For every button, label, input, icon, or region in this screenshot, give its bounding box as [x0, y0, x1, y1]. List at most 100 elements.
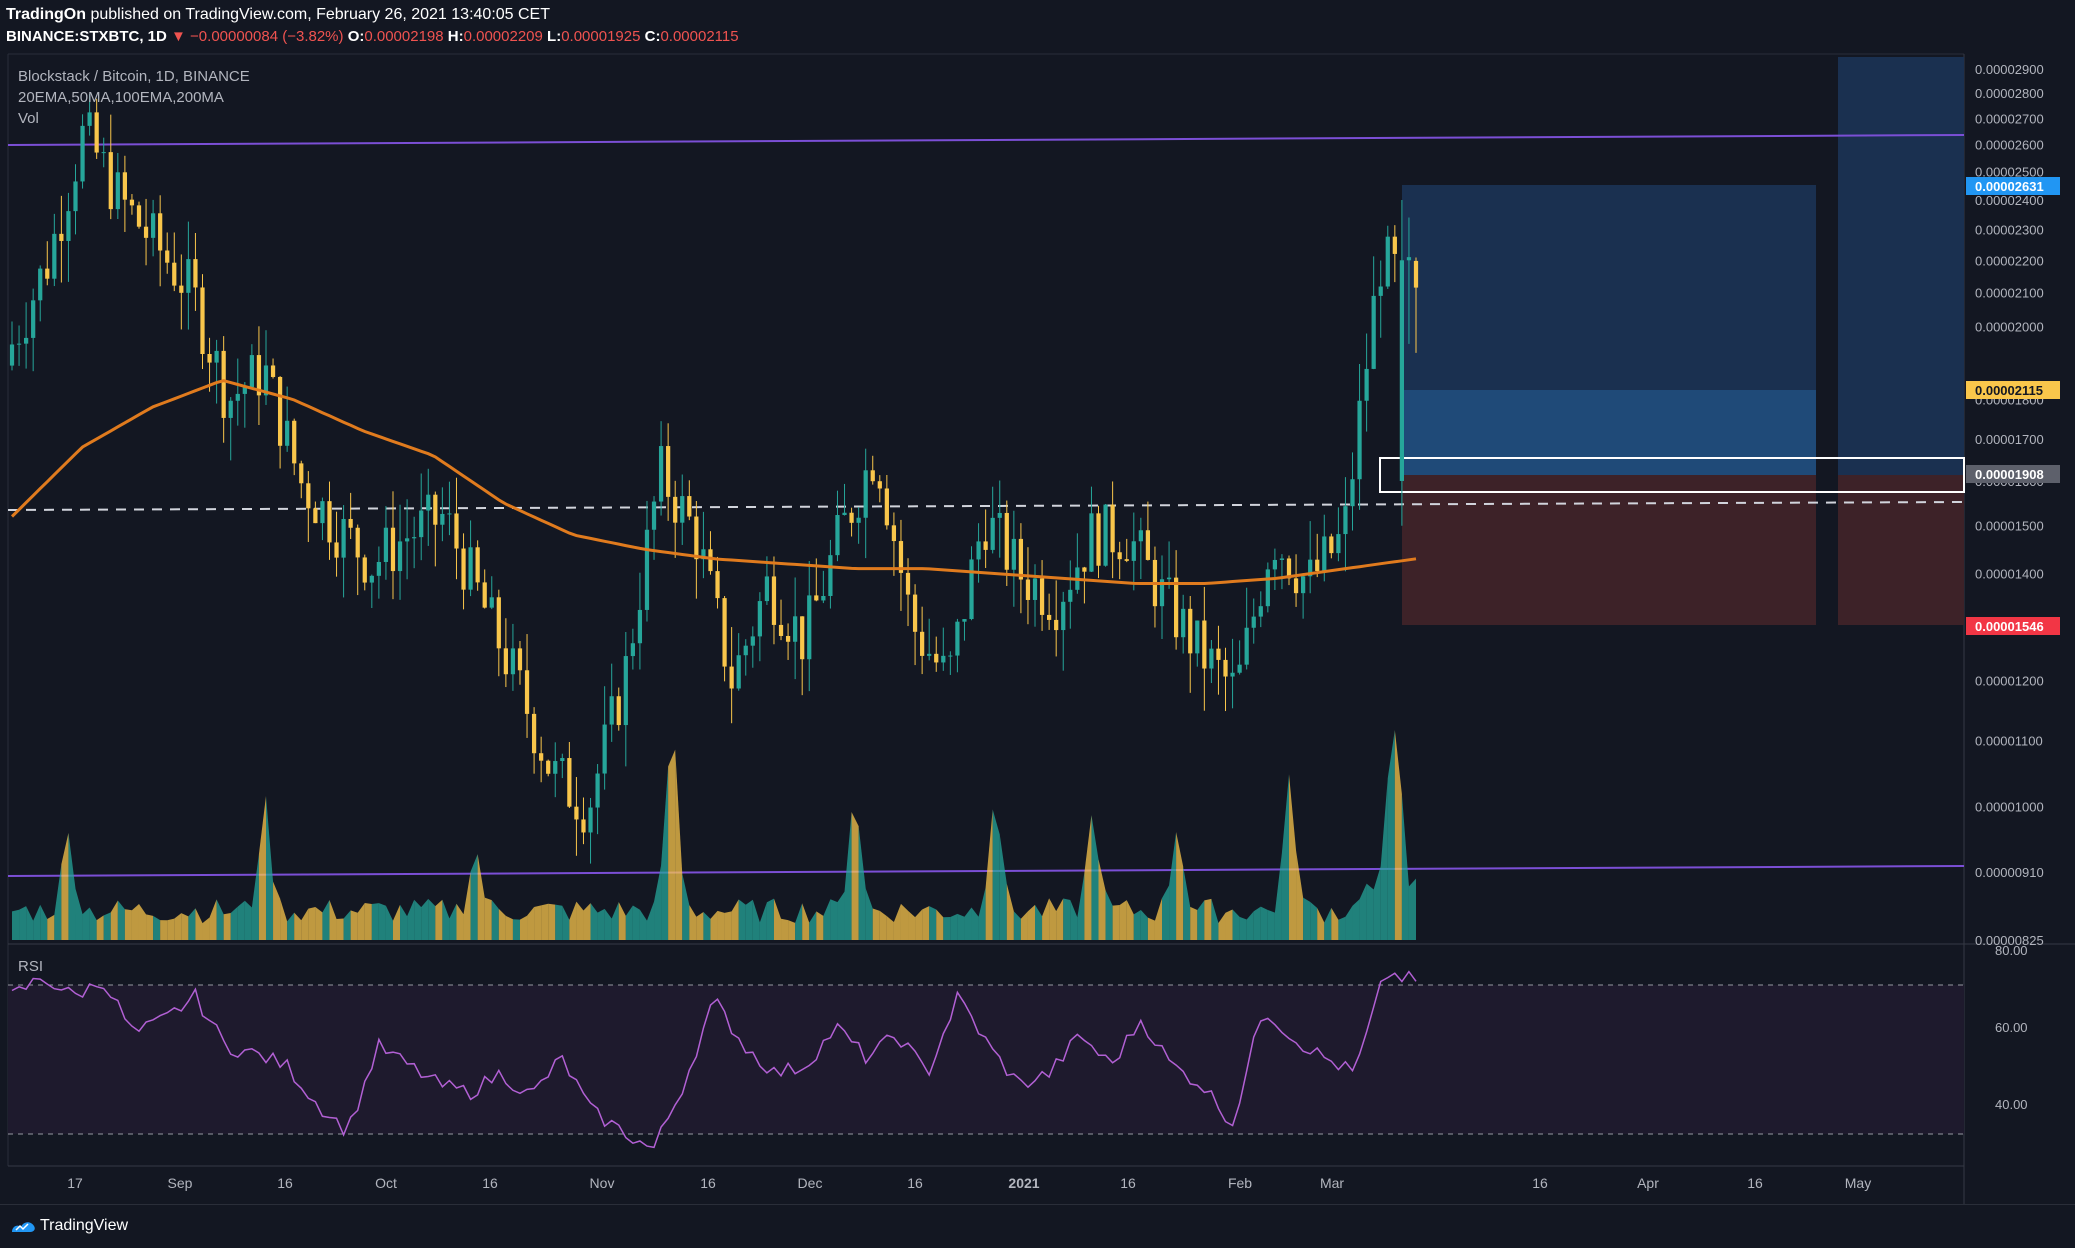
time-tick-label-5: Nov — [590, 1175, 615, 1191]
candle — [299, 460, 304, 499]
candle — [9, 321, 15, 371]
entry-price-text: 0.00001908 — [1975, 467, 2044, 482]
volume-bar — [1296, 850, 1304, 940]
legend-rsi[interactable]: RSI — [18, 958, 43, 975]
last-price-tag: 0.00002115 — [1966, 381, 2060, 399]
volume-bar — [449, 903, 457, 940]
candle — [235, 358, 240, 426]
candle — [292, 418, 297, 476]
tradingview-logo-icon — [12, 1222, 35, 1232]
candle — [658, 421, 664, 516]
volume-bar — [893, 903, 901, 940]
candle — [750, 626, 755, 668]
legend-title[interactable]: Blockstack / Bitcoin, 1D, BINANCE — [18, 68, 250, 85]
volume-bar — [1246, 911, 1254, 940]
volume-bar — [1035, 904, 1043, 940]
candle — [362, 554, 367, 591]
candle — [150, 199, 156, 257]
volume-bar — [971, 907, 979, 940]
volume-bar — [999, 834, 1007, 940]
volume-bar — [1197, 900, 1205, 940]
candle — [778, 599, 784, 641]
candle — [1159, 555, 1165, 639]
stop-zone[interactable] — [1402, 475, 1816, 625]
volume-bar — [1027, 904, 1036, 940]
upper-trendline[interactable] — [7, 134, 1965, 146]
volume-bar — [61, 832, 69, 940]
volume-bar — [258, 796, 266, 940]
volume-bar — [1140, 910, 1148, 940]
volume-bar — [731, 899, 739, 940]
target-zone-filled — [1402, 390, 1816, 475]
volume-bar — [1063, 898, 1071, 940]
volume-bar — [886, 916, 894, 940]
volume-bar — [1133, 910, 1141, 940]
volume-bar — [830, 899, 838, 940]
volume-bar — [160, 920, 168, 940]
volume-bar — [75, 888, 83, 940]
candle — [863, 448, 868, 559]
volume-bar — [1310, 901, 1318, 940]
time-axis[interactable]: 17 Sep 16 Oct 16 Nov 16 Dec 16 2021 16 Feb Mar 16 Apr 1… — [67, 1175, 1871, 1191]
volume-bar — [766, 898, 774, 940]
legend-volume[interactable]: Vol — [18, 110, 39, 127]
candle — [1258, 591, 1263, 628]
candle — [793, 577, 798, 680]
candle — [193, 232, 198, 311]
volume-bar — [223, 913, 231, 940]
candle — [807, 560, 812, 692]
candle — [531, 707, 537, 774]
candle — [898, 519, 904, 611]
chart-canvas[interactable]: Blockstack / Bitcoin, 1D, BINANCE 20EMA,… — [0, 0, 2075, 1204]
candle — [1265, 562, 1270, 613]
volume-bar — [1119, 900, 1127, 940]
stop-price-text: 0.00001546 — [1975, 619, 2044, 634]
volume-bar — [414, 899, 422, 940]
volume-bar — [138, 903, 147, 940]
volume-bar — [1020, 911, 1028, 940]
volume-bar — [1253, 906, 1261, 940]
candle — [785, 623, 791, 660]
candle — [1025, 547, 1031, 625]
volume-bar — [33, 904, 41, 940]
candle — [1378, 260, 1383, 338]
candle — [623, 632, 628, 767]
time-tick-label-12: Mar — [1320, 1175, 1344, 1191]
volume-bar — [1211, 898, 1219, 940]
candle — [101, 137, 106, 168]
volume-bar — [12, 909, 20, 940]
rsi-axis[interactable]: 80.00 60.00 40.00 — [1995, 943, 2028, 1112]
candle — [1032, 564, 1038, 627]
candle — [1152, 546, 1158, 628]
candle — [172, 232, 177, 292]
candle — [320, 497, 325, 541]
candle — [962, 619, 967, 641]
candle — [1272, 548, 1278, 591]
footer-brand[interactable]: TradingView — [40, 1217, 128, 1235]
candle — [1124, 538, 1129, 563]
candle — [708, 531, 713, 575]
volume-bar — [915, 909, 923, 940]
candle — [1293, 554, 1299, 607]
candle — [1117, 541, 1122, 580]
volume-bar — [421, 898, 429, 940]
time-tick-label-8: 16 — [907, 1175, 923, 1191]
volume-bar — [19, 906, 27, 940]
candle — [1103, 503, 1108, 567]
volume-bar — [597, 908, 605, 940]
volume-bar — [534, 905, 542, 940]
candle — [927, 618, 932, 661]
legend-indicators[interactable]: 20EMA,50MA,100EMA,200MA — [18, 89, 224, 106]
lower-trendline[interactable] — [7, 865, 1965, 877]
volume-bar — [181, 913, 189, 940]
volume-bar — [1070, 900, 1078, 940]
volume-bar — [350, 910, 358, 940]
volume-bar — [950, 913, 958, 940]
volume-bar — [117, 900, 125, 940]
volume-bar — [1147, 917, 1155, 940]
volume-bar — [237, 900, 245, 940]
volume-bar — [1338, 916, 1346, 940]
candle — [1075, 533, 1080, 594]
volume-bar — [957, 913, 965, 940]
candle — [489, 576, 494, 610]
